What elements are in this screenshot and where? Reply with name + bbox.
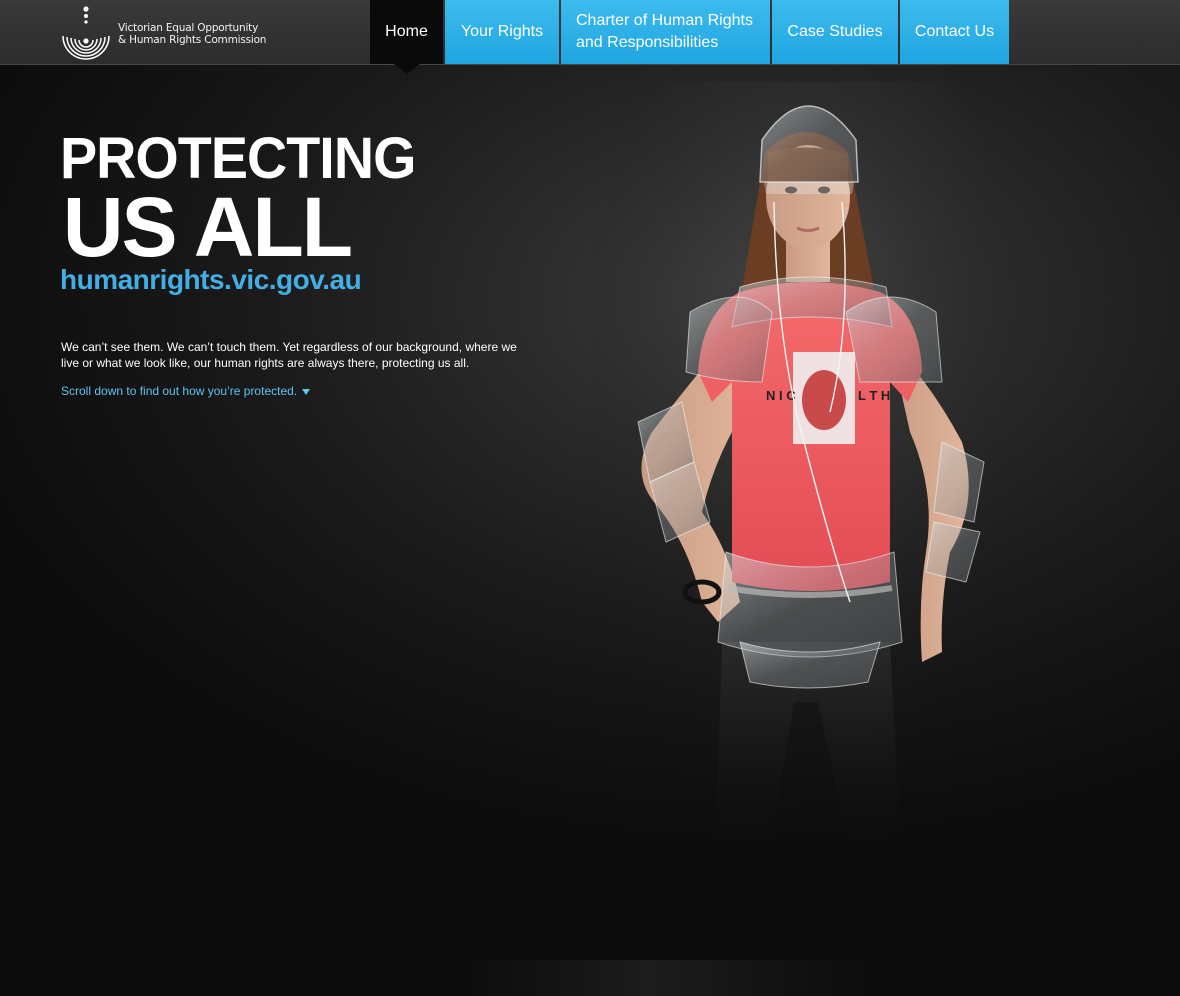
intro-text: We can’t see them. We can’t touch them. … [61, 340, 517, 370]
nav-charter-label: Charter of Human Rights and Responsibili… [576, 12, 753, 51]
campaign-headline: PROTECTING US ALL [60, 126, 416, 270]
commission-logo[interactable]: Victorian Equal Opportunity & Human Righ… [60, 6, 266, 62]
nav-home[interactable]: Home [370, 0, 443, 74]
nav-case-studies-label: Case Studies [787, 23, 883, 40]
nav-your-rights[interactable]: Your Rights [445, 0, 559, 64]
nav-charter[interactable]: Charter of Human Rights and Responsibili… [561, 0, 770, 64]
scroll-down-label: Scroll down to find out how you’re prote… [61, 384, 298, 398]
nav-contact-us[interactable]: Contact Us [900, 0, 1009, 64]
nav-case-studies[interactable]: Case Studies [772, 0, 898, 64]
shirt-print-right: L T H [858, 388, 890, 403]
bottom-shadow [0, 960, 1180, 996]
logo-line-1: Victorian Equal Opportunity [118, 22, 259, 34]
top-bar: Victorian Equal Opportunity & Human Righ… [0, 0, 1180, 74]
nav-your-rights-label: Your Rights [460, 23, 544, 40]
campaign-url[interactable]: humanrights.vic.gov.au [60, 264, 362, 296]
headline-line-1: PROTECTING [60, 126, 416, 191]
hero-figure: N I C L T H [590, 82, 1020, 902]
concentric-rings-logo-icon [62, 6, 110, 60]
armoured-woman-illustration: N I C L T H [590, 82, 1020, 862]
scroll-down-link[interactable]: Scroll down to find out how you’re prote… [61, 383, 311, 399]
triangle-down-icon [302, 388, 311, 395]
page: Victorian Equal Opportunity & Human Righ… [0, 0, 1180, 996]
main-nav: Home Your Rights Charter of Human Rights… [370, 0, 1011, 74]
headline-line-2: US ALL [62, 180, 353, 274]
logo-line-2: & Human Rights Commission [118, 34, 267, 46]
nav-home-label: Home [385, 23, 428, 40]
nav-contact-us-label: Contact Us [914, 23, 995, 40]
logo-text: Victorian Equal Opportunity & Human Righ… [118, 22, 266, 46]
